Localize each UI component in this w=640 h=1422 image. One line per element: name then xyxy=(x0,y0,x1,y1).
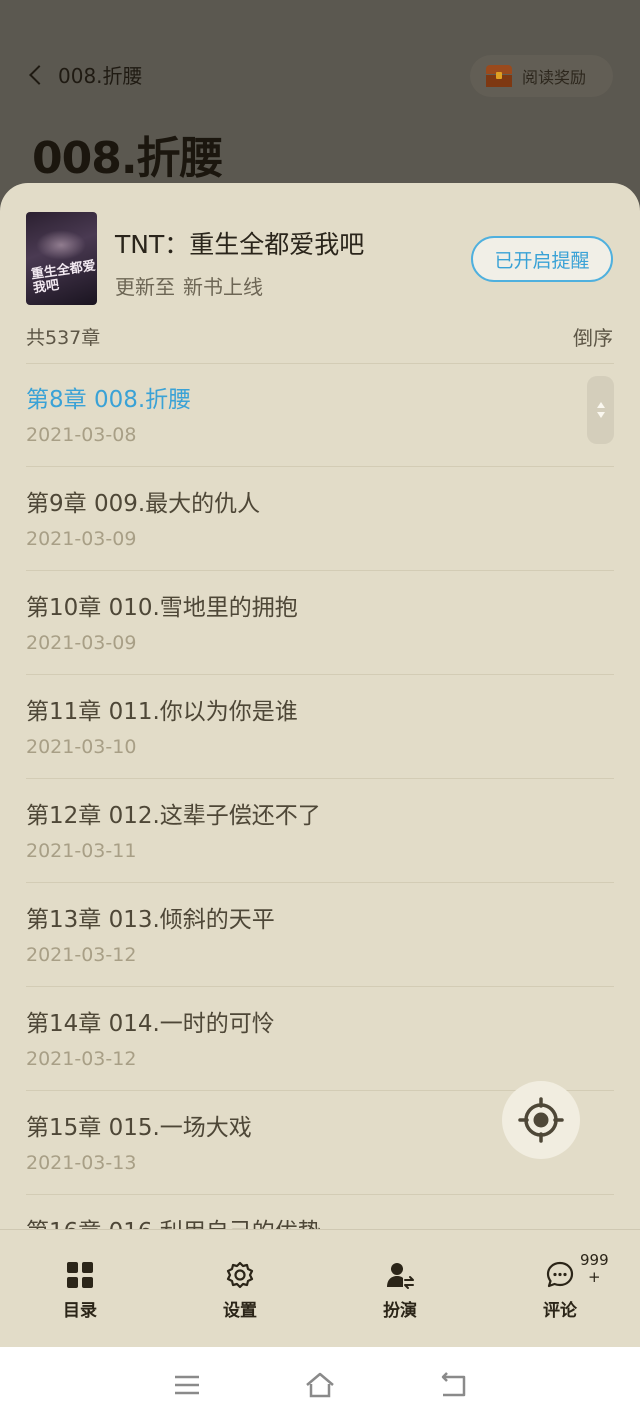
chapter-date: 2021-03-13 xyxy=(26,1152,137,1174)
chapter-row[interactable]: 第12章 012.这辈子偿还不了 2021-03-11 xyxy=(26,779,614,883)
person-switch-icon xyxy=(387,1263,414,1289)
chapter-date: 2021-03-12 xyxy=(26,944,137,966)
chapter-row[interactable]: 第10章 010.雪地里的拥抱 2021-03-09 xyxy=(26,571,614,675)
bottom-toolbar: 目录 设置 扮演 评论 999 + xyxy=(0,1229,640,1347)
update-status: 新书上线 xyxy=(183,275,263,299)
locate-current-chapter-button[interactable] xyxy=(502,1081,580,1159)
chapter-title: 第14章 014.一时的可怜 xyxy=(26,1011,275,1037)
scroll-down-arrow-icon xyxy=(596,412,605,418)
chevron-left-icon xyxy=(29,64,49,85)
chapter-heading: 008.折腰 xyxy=(32,133,224,184)
book-update-status: 更新至 新书上线 xyxy=(115,271,263,300)
chat-bubble-icon xyxy=(546,1261,574,1288)
chapter-title: 第8章 008.折腰 xyxy=(26,387,192,413)
settings-label: 设置 xyxy=(223,1301,257,1321)
reading-reward-button[interactable]: 阅读奖励 xyxy=(470,55,613,97)
menu-icon[interactable] xyxy=(171,1370,203,1400)
comments-tab[interactable]: 评论 999 + xyxy=(480,1230,640,1347)
system-nav-bar xyxy=(0,1347,640,1422)
scroll-handle[interactable] xyxy=(587,376,614,444)
chapter-row[interactable]: 第13章 013.倾斜的天平 2021-03-12 xyxy=(26,883,614,987)
catalog-label: 目录 xyxy=(63,1301,97,1321)
locate-target-icon xyxy=(518,1097,564,1143)
chapter-title: 第9章 009.最大的仇人 xyxy=(26,491,261,517)
chapter-date: 2021-03-08 xyxy=(26,424,137,446)
reverse-order-button[interactable]: 倒序 xyxy=(573,322,613,351)
scroll-up-arrow-icon xyxy=(596,402,605,408)
roleplay-label: 扮演 xyxy=(383,1301,417,1321)
back-button[interactable]: 008.折腰 xyxy=(29,60,143,89)
chapter-row[interactable]: 第8章 008.折腰 2021-03-08 xyxy=(26,363,614,467)
comment-count-bottom: + xyxy=(588,1268,601,1286)
chapter-row[interactable]: 第14章 014.一时的可怜 2021-03-12 xyxy=(26,987,614,1091)
chapter-title: 第10章 010.雪地里的拥抱 xyxy=(26,595,298,621)
book-cover: 重生全都爱我吧 xyxy=(26,212,97,305)
comment-count-top: 999 xyxy=(580,1251,609,1269)
catalog-sheet: 重生全都爱我吧 TNT：重生全都爱我吧 更新至 新书上线 已开启提醒 共537章… xyxy=(0,183,640,1229)
book-cover-text: 重生全都爱我吧 xyxy=(30,258,97,297)
chapter-title: 第12章 012.这辈子偿还不了 xyxy=(26,803,321,829)
chapter-row[interactable]: 第9章 009.最大的仇人 2021-03-09 xyxy=(26,467,614,571)
update-prefix: 更新至 xyxy=(115,275,175,299)
chapter-date: 2021-03-11 xyxy=(26,840,137,862)
catalog-tab[interactable]: 目录 xyxy=(0,1230,160,1347)
chapter-row[interactable]: 第16章 016.利用自己的优势 xyxy=(26,1195,614,1229)
grid-icon xyxy=(67,1262,93,1288)
settings-tab[interactable]: 设置 xyxy=(160,1230,320,1347)
home-icon[interactable] xyxy=(304,1370,336,1400)
chapter-date: 2021-03-09 xyxy=(26,632,137,654)
comments-label: 评论 xyxy=(543,1301,577,1321)
reading-reward-label: 阅读奖励 xyxy=(522,68,587,87)
chapter-title: 第11章 011.你以为你是谁 xyxy=(26,699,298,725)
comment-count-badge: 999 + xyxy=(580,1252,609,1286)
chapter-title: 第16章 016.利用自己的优势 xyxy=(26,1212,321,1229)
chapter-title: 第13章 013.倾斜的天平 xyxy=(26,907,275,933)
treasure-chest-icon xyxy=(486,65,512,87)
chapter-title: 第15章 015.一场大戏 xyxy=(26,1115,252,1141)
chapter-date: 2021-03-12 xyxy=(26,1048,137,1070)
roleplay-tab[interactable]: 扮演 xyxy=(320,1230,480,1347)
update-reminder-button[interactable]: 已开启提醒 xyxy=(471,236,613,282)
chapter-date: 2021-03-09 xyxy=(26,528,137,550)
back-icon[interactable] xyxy=(437,1370,469,1400)
chapter-date: 2021-03-10 xyxy=(26,736,137,758)
back-label: 008.折腰 xyxy=(58,64,143,88)
gear-icon xyxy=(226,1261,254,1289)
chapter-row[interactable]: 第11章 011.你以为你是谁 2021-03-10 xyxy=(26,675,614,779)
chapter-count: 共537章 xyxy=(26,327,101,349)
book-title: TNT：重生全都爱我吧 xyxy=(115,230,365,259)
